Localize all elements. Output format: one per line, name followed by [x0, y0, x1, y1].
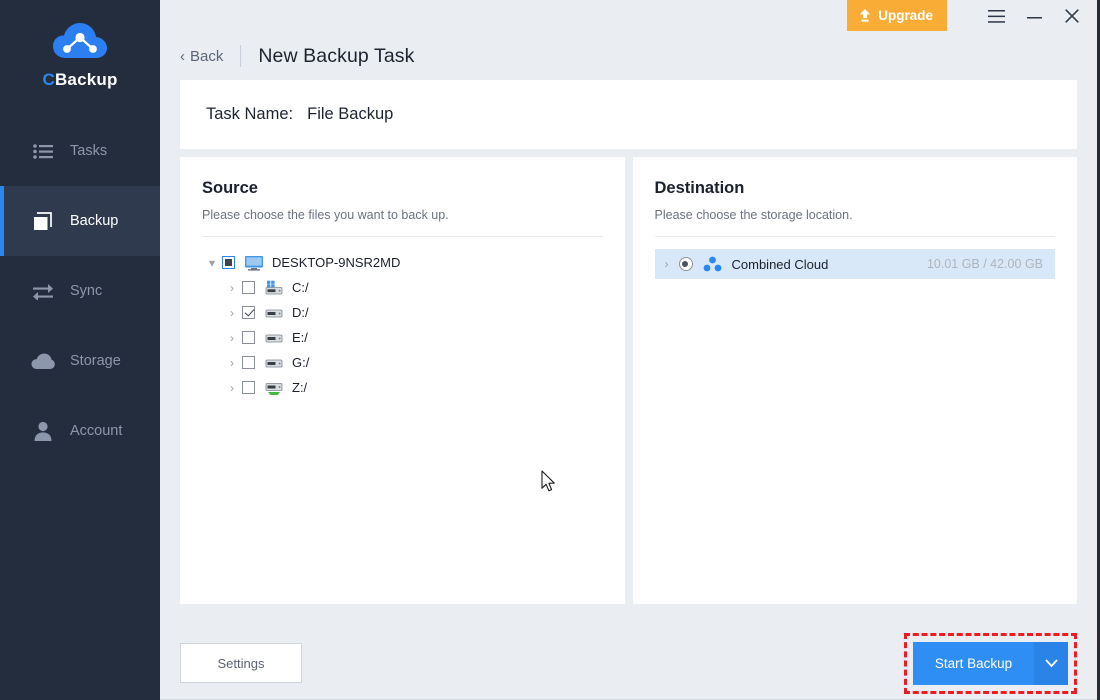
sidebar-item-label: Tasks: [70, 142, 108, 159]
back-button[interactable]: ‹ Back: [180, 48, 223, 65]
brand-name-rest: Backup: [54, 70, 118, 89]
copy-icon: [30, 210, 56, 232]
drive-icon: [264, 355, 284, 371]
combined-cloud-icon: [703, 256, 722, 272]
tree-row-drive[interactable]: › E:/: [202, 325, 603, 350]
sidebar: CBackup Tasks Backup Sync Storage Accoun…: [0, 0, 160, 700]
destination-item-size: 10.01 GB / 42.00 GB: [926, 257, 1043, 271]
computer-icon: [244, 255, 264, 271]
page-title: New Backup Task: [258, 44, 415, 67]
start-backup-main[interactable]: Start Backup: [913, 641, 1034, 685]
source-tree: ▾ DESKTOP-9NSR2MD › C:/ › D:/ › E:/ › G:…: [202, 237, 603, 400]
sidebar-item-label: Sync: [70, 282, 103, 299]
header-divider: [240, 45, 242, 67]
destination-panel: Destination Please choose the storage lo…: [632, 157, 1077, 604]
destination-item-combined-cloud[interactable]: › Combined Cloud 10.01 GB / 42.00 GB: [654, 249, 1055, 279]
upgrade-label: Upgrade: [878, 8, 933, 23]
start-backup-dropdown[interactable]: [1034, 641, 1068, 685]
chevron-right-icon[interactable]: ›: [222, 281, 242, 295]
drive-icon: [264, 330, 284, 346]
sync-arrows-icon: [30, 280, 56, 302]
user-icon: [30, 420, 56, 442]
radio-combined-cloud[interactable]: [678, 257, 693, 271]
source-hint: Please choose the files you want to back…: [202, 208, 449, 222]
settings-label: Settings: [217, 655, 265, 671]
cbackup-logo-icon: [52, 22, 108, 62]
sidebar-item-label: Storage: [70, 352, 121, 369]
task-name-bar: Task Name: File Backup: [180, 80, 1077, 149]
sidebar-item-sync[interactable]: Sync: [0, 256, 160, 326]
sidebar-item-backup[interactable]: Backup: [0, 186, 160, 256]
close-icon[interactable]: [1053, 0, 1091, 32]
tree-row-label: Z:/: [292, 380, 308, 395]
destination-item-label: Combined Cloud: [731, 256, 829, 272]
start-backup-label: Start Backup: [934, 655, 1013, 671]
destination-title: Destination: [654, 179, 745, 197]
chevron-down-icon[interactable]: ▾: [202, 256, 222, 270]
chevron-right-icon[interactable]: ›: [222, 356, 242, 370]
brand-name: CBackup: [42, 70, 117, 90]
cbackup-window: CBackup Tasks Backup Sync Storage Accoun…: [0, 0, 1100, 700]
start-backup-highlight: Start Backup: [904, 632, 1077, 694]
tree-row-drive[interactable]: › C:/: [202, 275, 603, 300]
tree-row-label: D:/: [292, 305, 309, 320]
windows-drive-icon: [264, 280, 284, 296]
window-controls: [977, 0, 1097, 32]
sidebar-item-account[interactable]: Account: [0, 396, 160, 466]
page-header: ‹ Back New Backup Task: [160, 32, 1097, 80]
tree-row-drive[interactable]: › D:/: [202, 300, 603, 325]
source-title: Source: [202, 179, 258, 197]
source-panel: Source Please choose the files you want …: [180, 157, 625, 604]
brand-name-prefix: C: [42, 70, 55, 89]
chevron-right-icon[interactable]: ›: [222, 331, 242, 345]
drive-icon: [264, 305, 284, 321]
sidebar-item-label: Backup: [70, 212, 119, 229]
start-backup-button[interactable]: Start Backup: [913, 641, 1068, 685]
upload-arrow-icon: [859, 9, 871, 22]
tree-row-label: E:/: [292, 330, 308, 345]
network-drive-icon: [264, 380, 284, 396]
settings-button[interactable]: Settings: [180, 643, 302, 683]
sidebar-item-storage[interactable]: Storage: [0, 326, 160, 396]
app-logo: CBackup: [0, 0, 160, 116]
sidebar-item-label: Account: [70, 422, 123, 439]
panels-row: Source Please choose the files you want …: [180, 157, 1077, 604]
tree-row-drive[interactable]: › Z:/: [202, 375, 603, 400]
sidebar-item-tasks[interactable]: Tasks: [0, 116, 160, 186]
task-name-value[interactable]: File Backup: [307, 105, 393, 124]
tree-row-root[interactable]: ▾ DESKTOP-9NSR2MD: [202, 250, 603, 275]
checkbox-drive[interactable]: [242, 356, 255, 369]
checkbox-drive[interactable]: [242, 281, 255, 294]
chevron-right-icon[interactable]: ›: [655, 257, 679, 271]
minimize-icon[interactable]: [1015, 0, 1053, 32]
cloud-icon: [30, 350, 56, 372]
list-icon: [30, 140, 56, 162]
chevron-right-icon[interactable]: ›: [222, 306, 242, 320]
upgrade-button[interactable]: Upgrade: [847, 0, 947, 31]
chevron-left-icon: ‹: [180, 47, 185, 65]
window-titlebar: Upgrade: [160, 0, 1097, 32]
back-label: Back: [190, 47, 224, 65]
tree-row-label: DESKTOP-9NSR2MD: [272, 255, 401, 270]
chevron-right-icon[interactable]: ›: [222, 381, 242, 395]
task-name-label: Task Name:: [206, 105, 294, 123]
checkbox-root[interactable]: [222, 256, 235, 269]
checkbox-drive[interactable]: [242, 381, 255, 394]
footer-bar: Settings Start Backup: [180, 626, 1077, 700]
destination-divider: [654, 236, 1055, 237]
hamburger-menu-icon[interactable]: [977, 0, 1015, 32]
tree-row-label: C:/: [292, 280, 309, 295]
chevron-down-icon: [1045, 658, 1058, 667]
main-area: Upgrade ‹ Back New Backup Task Task Name…: [160, 0, 1097, 700]
checkbox-drive[interactable]: [242, 306, 255, 319]
tree-row-label: G:/: [292, 355, 310, 370]
checkbox-drive[interactable]: [242, 331, 255, 344]
tree-row-drive[interactable]: › G:/: [202, 350, 603, 375]
destination-hint: Please choose the storage location.: [654, 208, 853, 222]
